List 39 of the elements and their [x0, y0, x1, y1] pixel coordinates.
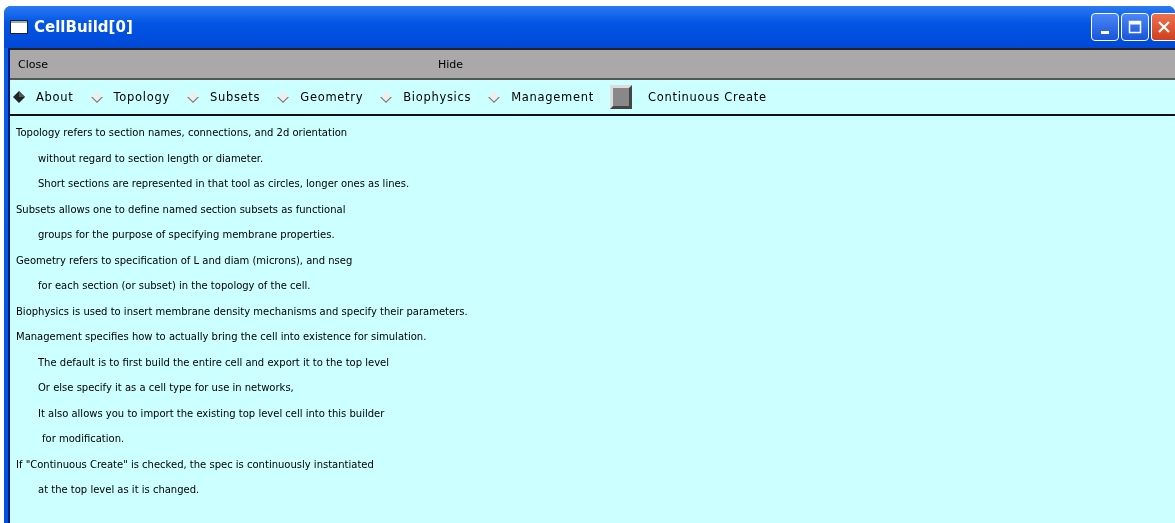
text-line: for each section (or subset) in the topology of the cell. — [38, 280, 311, 291]
text-line: without regard to section length or diameter. — [38, 152, 264, 164]
diamond-icon — [89, 90, 104, 104]
diamond-icon — [12, 90, 26, 104]
checkbox-label: Continuous Create — [648, 90, 767, 104]
radio-tab[interactable]: Management — [487, 90, 598, 104]
minimize-icon — [1101, 30, 1109, 34]
text-line: Biophysics is used to insert membrane density mechanisms and specify their parameters. — [16, 305, 468, 317]
text-line: at the top level as it is changed. — [38, 484, 200, 495]
radio-tab[interactable]: Geometry — [276, 90, 368, 104]
close-icon — [1156, 20, 1171, 34]
radio-tab[interactable]: Subsets — [185, 90, 265, 104]
diamond-icon — [379, 90, 394, 104]
text-line: Short sections are represented in that tool as circles, longer ones as lines. — [38, 178, 410, 189]
minimize-button[interactable] — [1091, 13, 1119, 41]
menu-item[interactable]: Hide — [430, 57, 850, 71]
text-line: Geometry refers to specification of L and diam (microns), and nseg — [16, 254, 353, 266]
text-line: If "Continuous Create" is checked, the spec is continuously instantiated — [16, 458, 374, 470]
window-title: CellBuild[0] — [34, 18, 133, 36]
radio-tab[interactable]: Topology — [89, 90, 174, 104]
text-line: The default is to first build the entire cell and export it to the top level — [38, 356, 389, 368]
maximize-button[interactable] — [1121, 13, 1149, 41]
text-line: groups for the purpose of specifying membrane properties. — [38, 229, 335, 240]
radio-tab[interactable]: About — [12, 90, 78, 104]
text-line: Subsets allows one to define named section subsets as functional — [16, 203, 346, 215]
text-line: Topology refers to section names, connections, and 2d orientation — [16, 127, 348, 138]
text-line: Management specifies how to actually bring the cell into existence for simulation. — [16, 331, 427, 342]
close-button[interactable] — [1151, 13, 1175, 41]
text-line: Or else specify it as a cell type for use in networks, — [38, 382, 294, 393]
window-icon — [10, 20, 28, 34]
menu-item[interactable]: Close — [10, 57, 430, 71]
checkbox[interactable] — [610, 85, 632, 109]
diamond-icon — [185, 90, 200, 104]
text-line: It also allows you to import the existing top level cell into this builder — [38, 407, 385, 419]
text-line: for modification. — [42, 433, 125, 444]
diamond-icon — [276, 90, 291, 104]
diamond-icon — [487, 90, 502, 104]
radio-tab[interactable]: Biophysics — [379, 90, 476, 104]
maximize-icon — [1128, 20, 1142, 34]
